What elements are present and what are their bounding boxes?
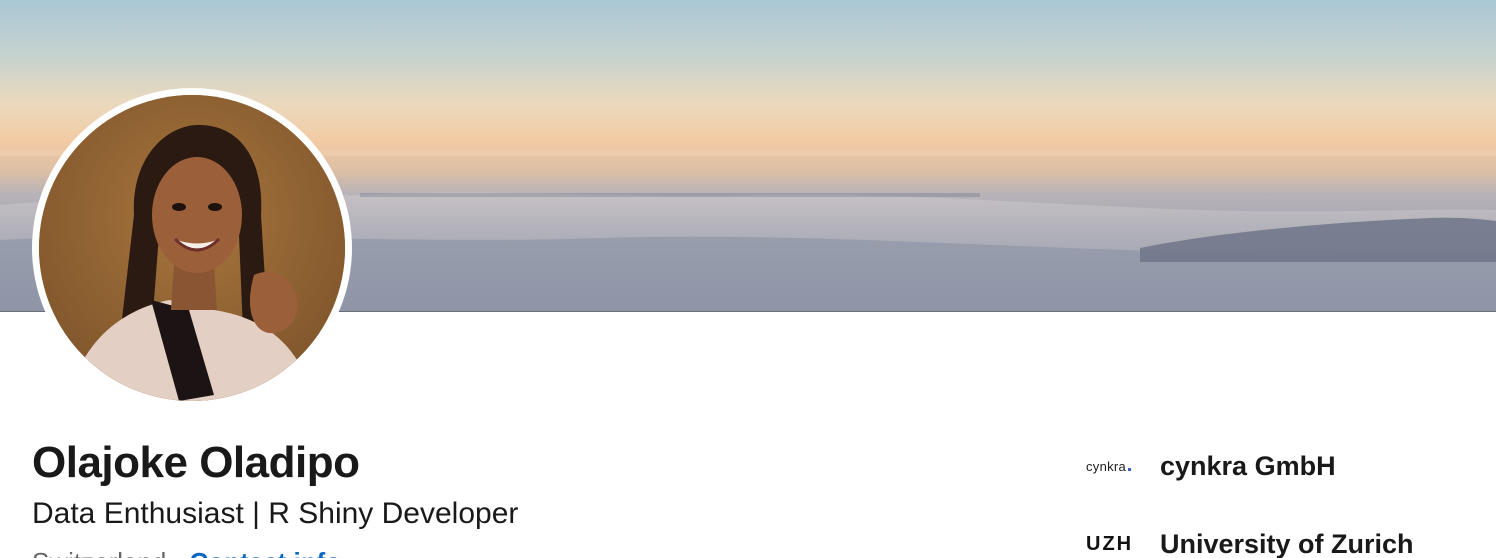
profile-photo-frame: [32, 88, 352, 408]
profile-headline: Data Enthusiast | R Shiny Developer: [32, 497, 519, 530]
location-separator: ·: [174, 547, 183, 558]
organization-name: University of Zurich: [1160, 529, 1414, 558]
cynkra-logo-icon: cynkra: [1086, 446, 1142, 486]
organization-cynkra[interactable]: cynkra cynkra GmbH: [1086, 446, 1336, 486]
location-line: Switzerland · Contact info: [32, 545, 341, 558]
profile-name: Olajoke Oladipo: [32, 438, 360, 487]
organization-uzh[interactable]: UZH University of Zurich: [1086, 524, 1414, 558]
profile-photo[interactable]: [39, 95, 345, 401]
location-text: Switzerland: [32, 547, 166, 558]
organization-name: cynkra GmbH: [1160, 451, 1336, 481]
avatar-portrait: [39, 95, 345, 401]
uzh-logo-icon: UZH: [1086, 532, 1134, 555]
contact-info-link[interactable]: Contact info: [190, 547, 342, 558]
